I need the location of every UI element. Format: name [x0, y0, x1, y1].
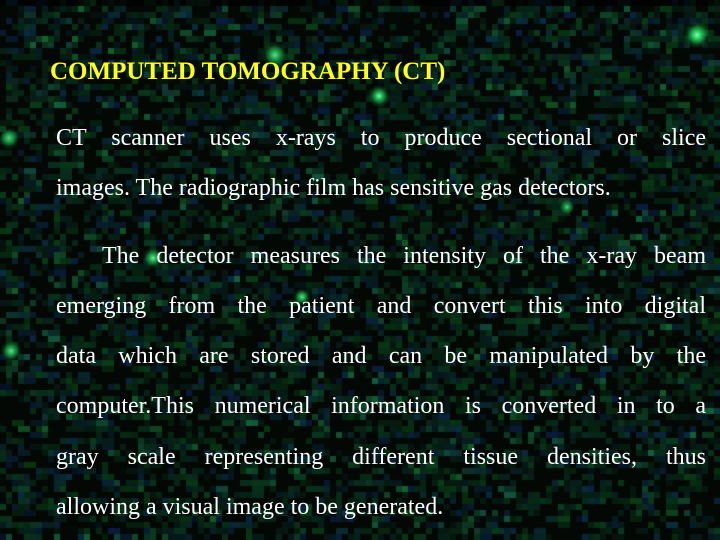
text-line: images. The radiographic film has sensit…: [56, 175, 611, 201]
text-line: allowing a visual image to be generated.: [56, 494, 444, 520]
text-line: data which are stored and can be manipul…: [56, 343, 706, 369]
text-line: The detector measures the intensity of t…: [102, 243, 706, 269]
slide: COMPUTED TOMOGRAPHY (CT) CT scanner uses…: [0, 0, 720, 540]
text-line: computer.This numerical information is c…: [56, 393, 706, 419]
text-line: gray scale representing different tissue…: [56, 444, 706, 470]
text-line: emerging from the patient and convert th…: [56, 293, 706, 319]
text-line: CT scanner uses x-rays to produce sectio…: [56, 125, 706, 151]
slide-title: COMPUTED TOMOGRAPHY (CT): [50, 58, 446, 85]
